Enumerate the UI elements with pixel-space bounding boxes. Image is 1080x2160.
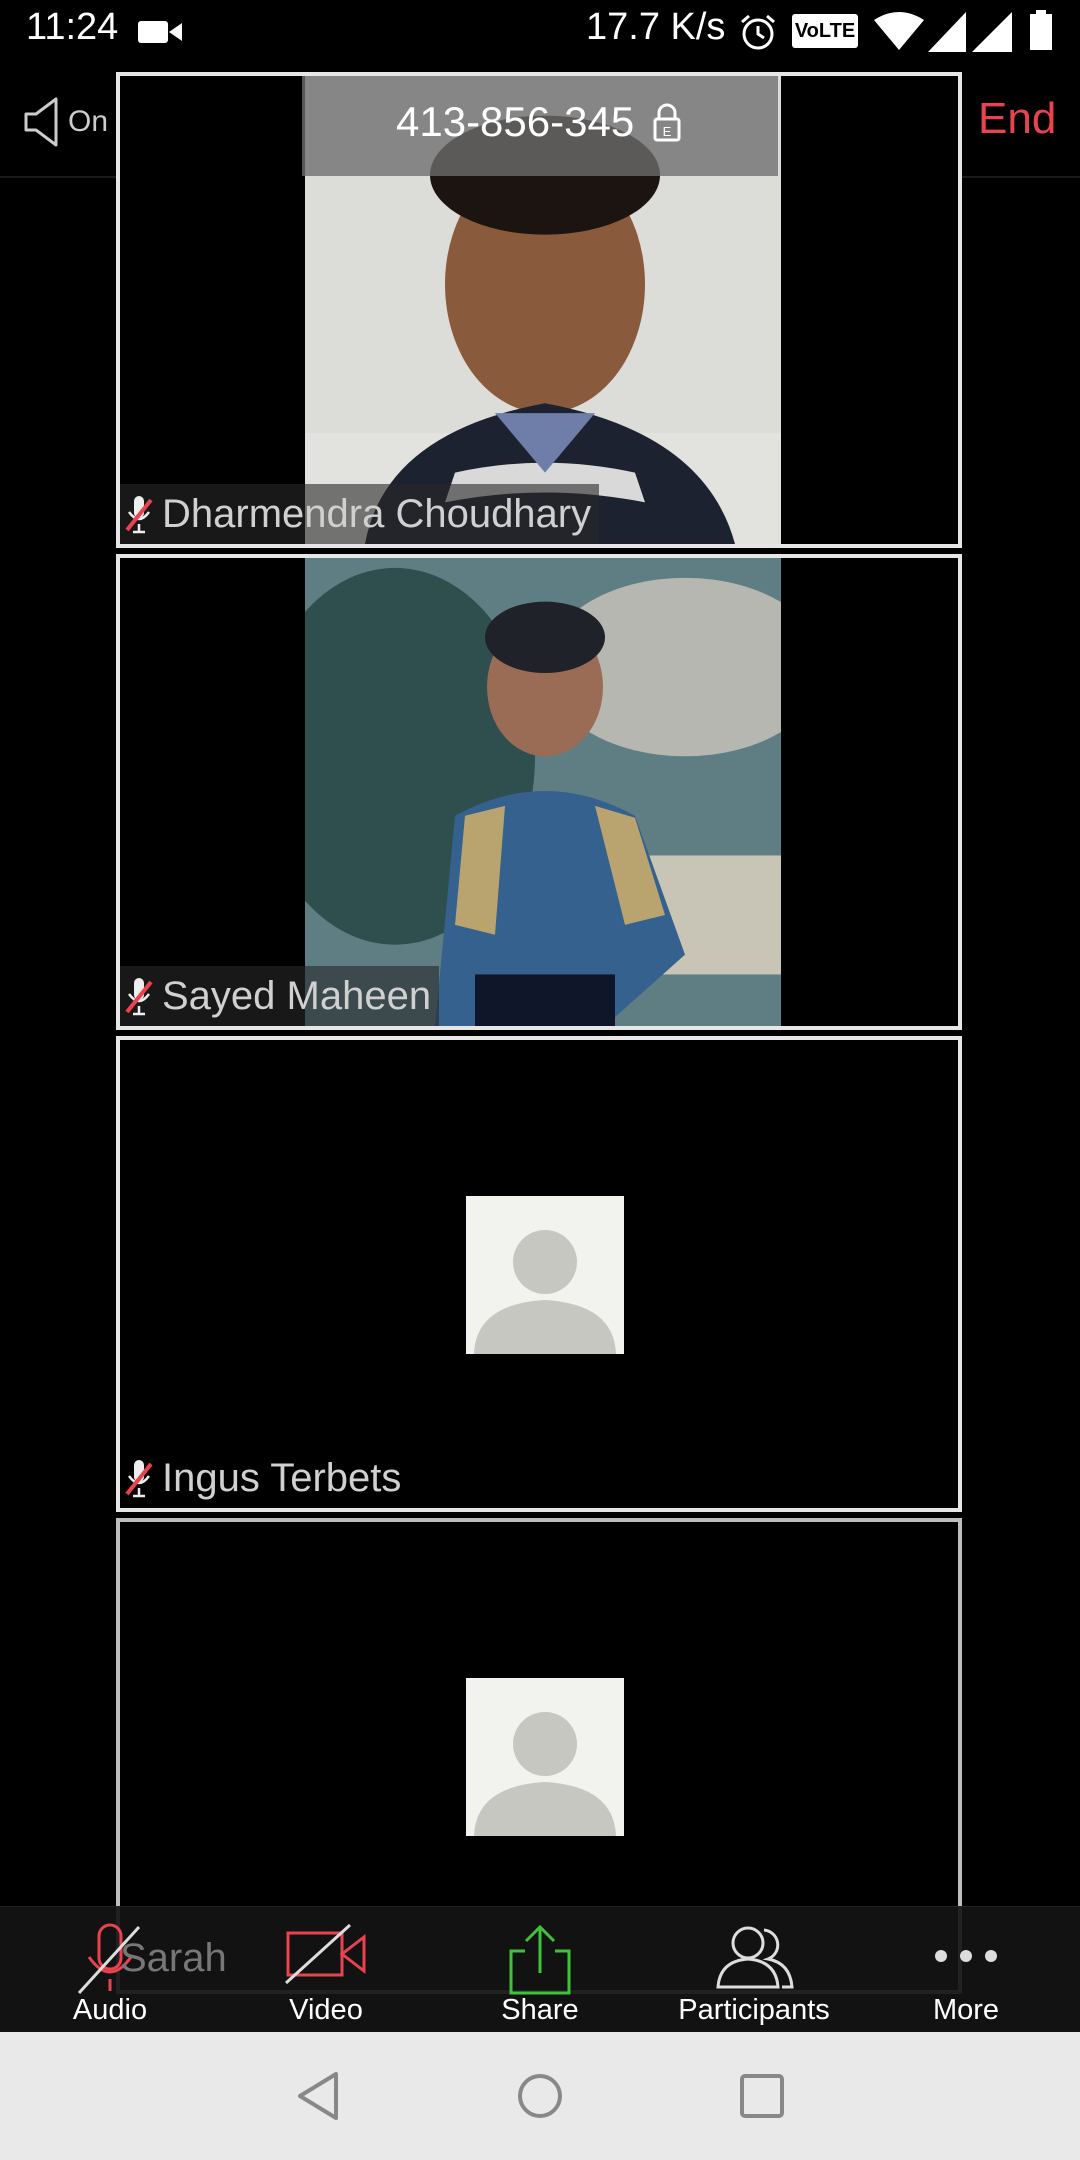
share-button[interactable]: Share bbox=[440, 1907, 640, 2033]
participant-name: Dharmendra Choudhary bbox=[162, 491, 592, 536]
meeting-id[interactable]: 413-856-345 bbox=[396, 98, 634, 146]
participant-name: Sayed Maheen bbox=[162, 973, 432, 1018]
share-icon bbox=[509, 1924, 571, 1995]
status-time: 11:24 bbox=[26, 6, 119, 48]
participant-tile[interactable]: Sayed Maheen bbox=[116, 554, 962, 1030]
more-dots-icon bbox=[935, 1950, 997, 1962]
participant-name: Sarah bbox=[120, 1936, 227, 1980]
video-label: Video bbox=[289, 1994, 363, 2026]
battery-icon bbox=[1030, 10, 1052, 50]
person-icon bbox=[474, 1230, 616, 1354]
participant-name: Ingus Terbets bbox=[162, 1455, 402, 1500]
more-button[interactable]: More bbox=[866, 1907, 1066, 2033]
participant-name-tag: Ingus Terbets bbox=[120, 1448, 409, 1508]
mic-muted-icon bbox=[125, 1460, 153, 1498]
system-nav-bar bbox=[0, 2032, 1080, 2160]
participants-label: Participants bbox=[678, 1994, 830, 2026]
mic-muted-icon bbox=[125, 978, 153, 1016]
avatar-placeholder bbox=[466, 1196, 624, 1354]
recents-icon[interactable] bbox=[734, 2068, 790, 2124]
svg-text:E: E bbox=[663, 124, 672, 139]
speaker-label: On bbox=[68, 105, 109, 138]
more-label: More bbox=[932, 1994, 1000, 2026]
share-label: Share bbox=[501, 1994, 579, 2026]
participant-tile[interactable]: Ingus Terbets bbox=[116, 1036, 962, 1512]
audio-label: Audio bbox=[72, 1994, 148, 2026]
participant-name-tag: Sayed Maheen bbox=[120, 966, 440, 1026]
network-speed: 17.7 K/s bbox=[586, 6, 726, 48]
mic-muted-icon bbox=[125, 496, 153, 534]
participants-button[interactable]: Participants bbox=[654, 1907, 854, 2033]
signal-icon bbox=[928, 12, 1012, 52]
participant-video bbox=[305, 558, 781, 1026]
end-meeting-button[interactable]: End bbox=[978, 94, 1056, 144]
person-icon bbox=[474, 1712, 616, 1836]
back-icon[interactable] bbox=[292, 2068, 348, 2124]
participant-name-tag: Dharmendra Choudhary bbox=[120, 484, 600, 544]
speaker-toggle[interactable]: On bbox=[24, 94, 108, 150]
home-icon[interactable] bbox=[512, 2068, 568, 2124]
participants-icon bbox=[716, 1926, 794, 1989]
avatar-placeholder bbox=[466, 1678, 624, 1836]
video-button[interactable]: Video bbox=[226, 1907, 426, 2033]
lock-icon: E bbox=[653, 103, 681, 142]
alarm-icon bbox=[741, 14, 775, 50]
speaker-icon bbox=[24, 97, 58, 147]
video-camera-icon bbox=[138, 21, 182, 43]
video-off-icon bbox=[284, 1923, 366, 1985]
status-bar: 11:24 17.7 K/s VoLTE bbox=[0, 0, 1080, 64]
wifi-icon bbox=[874, 12, 924, 50]
volte-icon: VoLTE bbox=[792, 14, 858, 48]
